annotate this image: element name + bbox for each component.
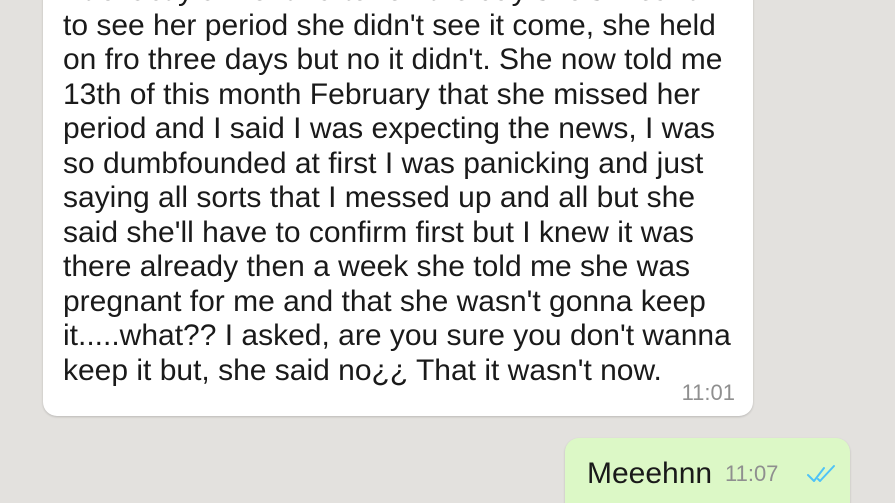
incoming-message-text: At exactly a month after on the day she'… (63, 0, 731, 388)
message-line: keep it but, she said no¿¿ That it wasn'… (63, 353, 662, 387)
double-check-read-icon (807, 465, 835, 482)
outgoing-message-time: 11:07 (725, 461, 779, 486)
message-line: there already then a week she told me sh… (63, 250, 691, 283)
outgoing-message-bubble[interactable]: Meeehnn 11:07 (565, 438, 850, 503)
message-line: it.....what?? I asked, are you sure you … (63, 319, 731, 352)
message-line: period and I said I was expecting the ne… (63, 112, 716, 145)
message-line: 13th of this month February that she mis… (63, 77, 700, 111)
outgoing-message-text: Meeehnn (587, 457, 713, 490)
message-line: to see her period she didn't see it come… (63, 8, 716, 42)
message-line: pregnant for me and that she wasn't gonn… (63, 284, 706, 318)
chat-conversation: At exactly a month after on the day she'… (0, 0, 895, 503)
message-line: so dumbfounded at first I was panicking … (63, 146, 704, 180)
message-line: At exactly a month after on the day she'… (63, 0, 723, 9)
incoming-message-time: 11:01 (681, 380, 735, 405)
message-line: said she'll have to confirm first but I … (63, 215, 694, 249)
incoming-message-bubble[interactable]: At exactly a month after on the day she'… (43, 0, 753, 416)
message-line: on fro three days but no it didn't. She … (63, 43, 723, 76)
message-line: saying all sorts that I messed up and al… (63, 181, 696, 214)
